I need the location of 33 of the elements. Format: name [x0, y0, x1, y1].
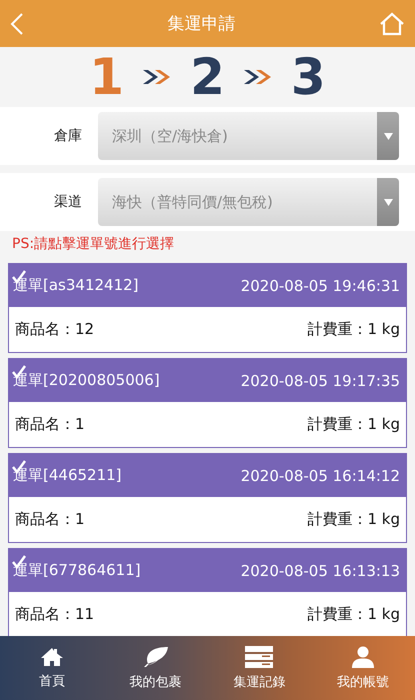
field-label: 倉庫	[53, 127, 83, 145]
step-number: 3	[290, 52, 326, 102]
billed-weight: 計費重：1 kg	[307, 320, 400, 339]
page-title: 集運申請	[168, 13, 236, 35]
home-icon	[40, 646, 64, 666]
user-icon	[352, 646, 374, 668]
leaf-icon	[142, 646, 169, 668]
home-button[interactable]	[379, 12, 405, 36]
nav-item[interactable]: 我的帳號	[311, 636, 415, 700]
chevrons-icon	[242, 69, 273, 85]
billed-weight: 計費重：1 kg	[307, 415, 400, 434]
field-label: 渠道	[53, 193, 83, 211]
waybill-time: 2020-08-05 16:13:13	[240, 562, 400, 580]
billed-weight: 計費重：1 kg	[307, 510, 400, 529]
product-name: 商品名：1	[15, 510, 85, 529]
nav-item[interactable]: 首頁	[0, 636, 104, 700]
caret-icon	[384, 132, 392, 140]
billed-weight: 計費重：1 kg	[307, 605, 400, 624]
step-number: 1	[89, 52, 124, 102]
step-number: 2	[190, 52, 225, 102]
chevrons-icon	[142, 69, 172, 85]
list-icon	[245, 646, 274, 668]
product-name: 商品名：12	[15, 320, 94, 339]
nav-item[interactable]: 集運記錄	[208, 636, 312, 700]
nav-item[interactable]: 我的包裹	[104, 636, 208, 700]
waybill-time: 2020-08-05 19:17:35	[240, 372, 400, 390]
product-name: 商品名：11	[15, 605, 94, 624]
notice-text: PS:請點擊運單號進行選擇	[11, 235, 176, 254]
product-name: 商品名：1	[15, 415, 85, 434]
waybill-time: 2020-08-05 19:46:31	[240, 276, 400, 294]
back-button[interactable]	[10, 12, 24, 36]
caret-icon	[384, 198, 392, 206]
waybill-time: 2020-08-05 16:14:12	[240, 466, 400, 484]
